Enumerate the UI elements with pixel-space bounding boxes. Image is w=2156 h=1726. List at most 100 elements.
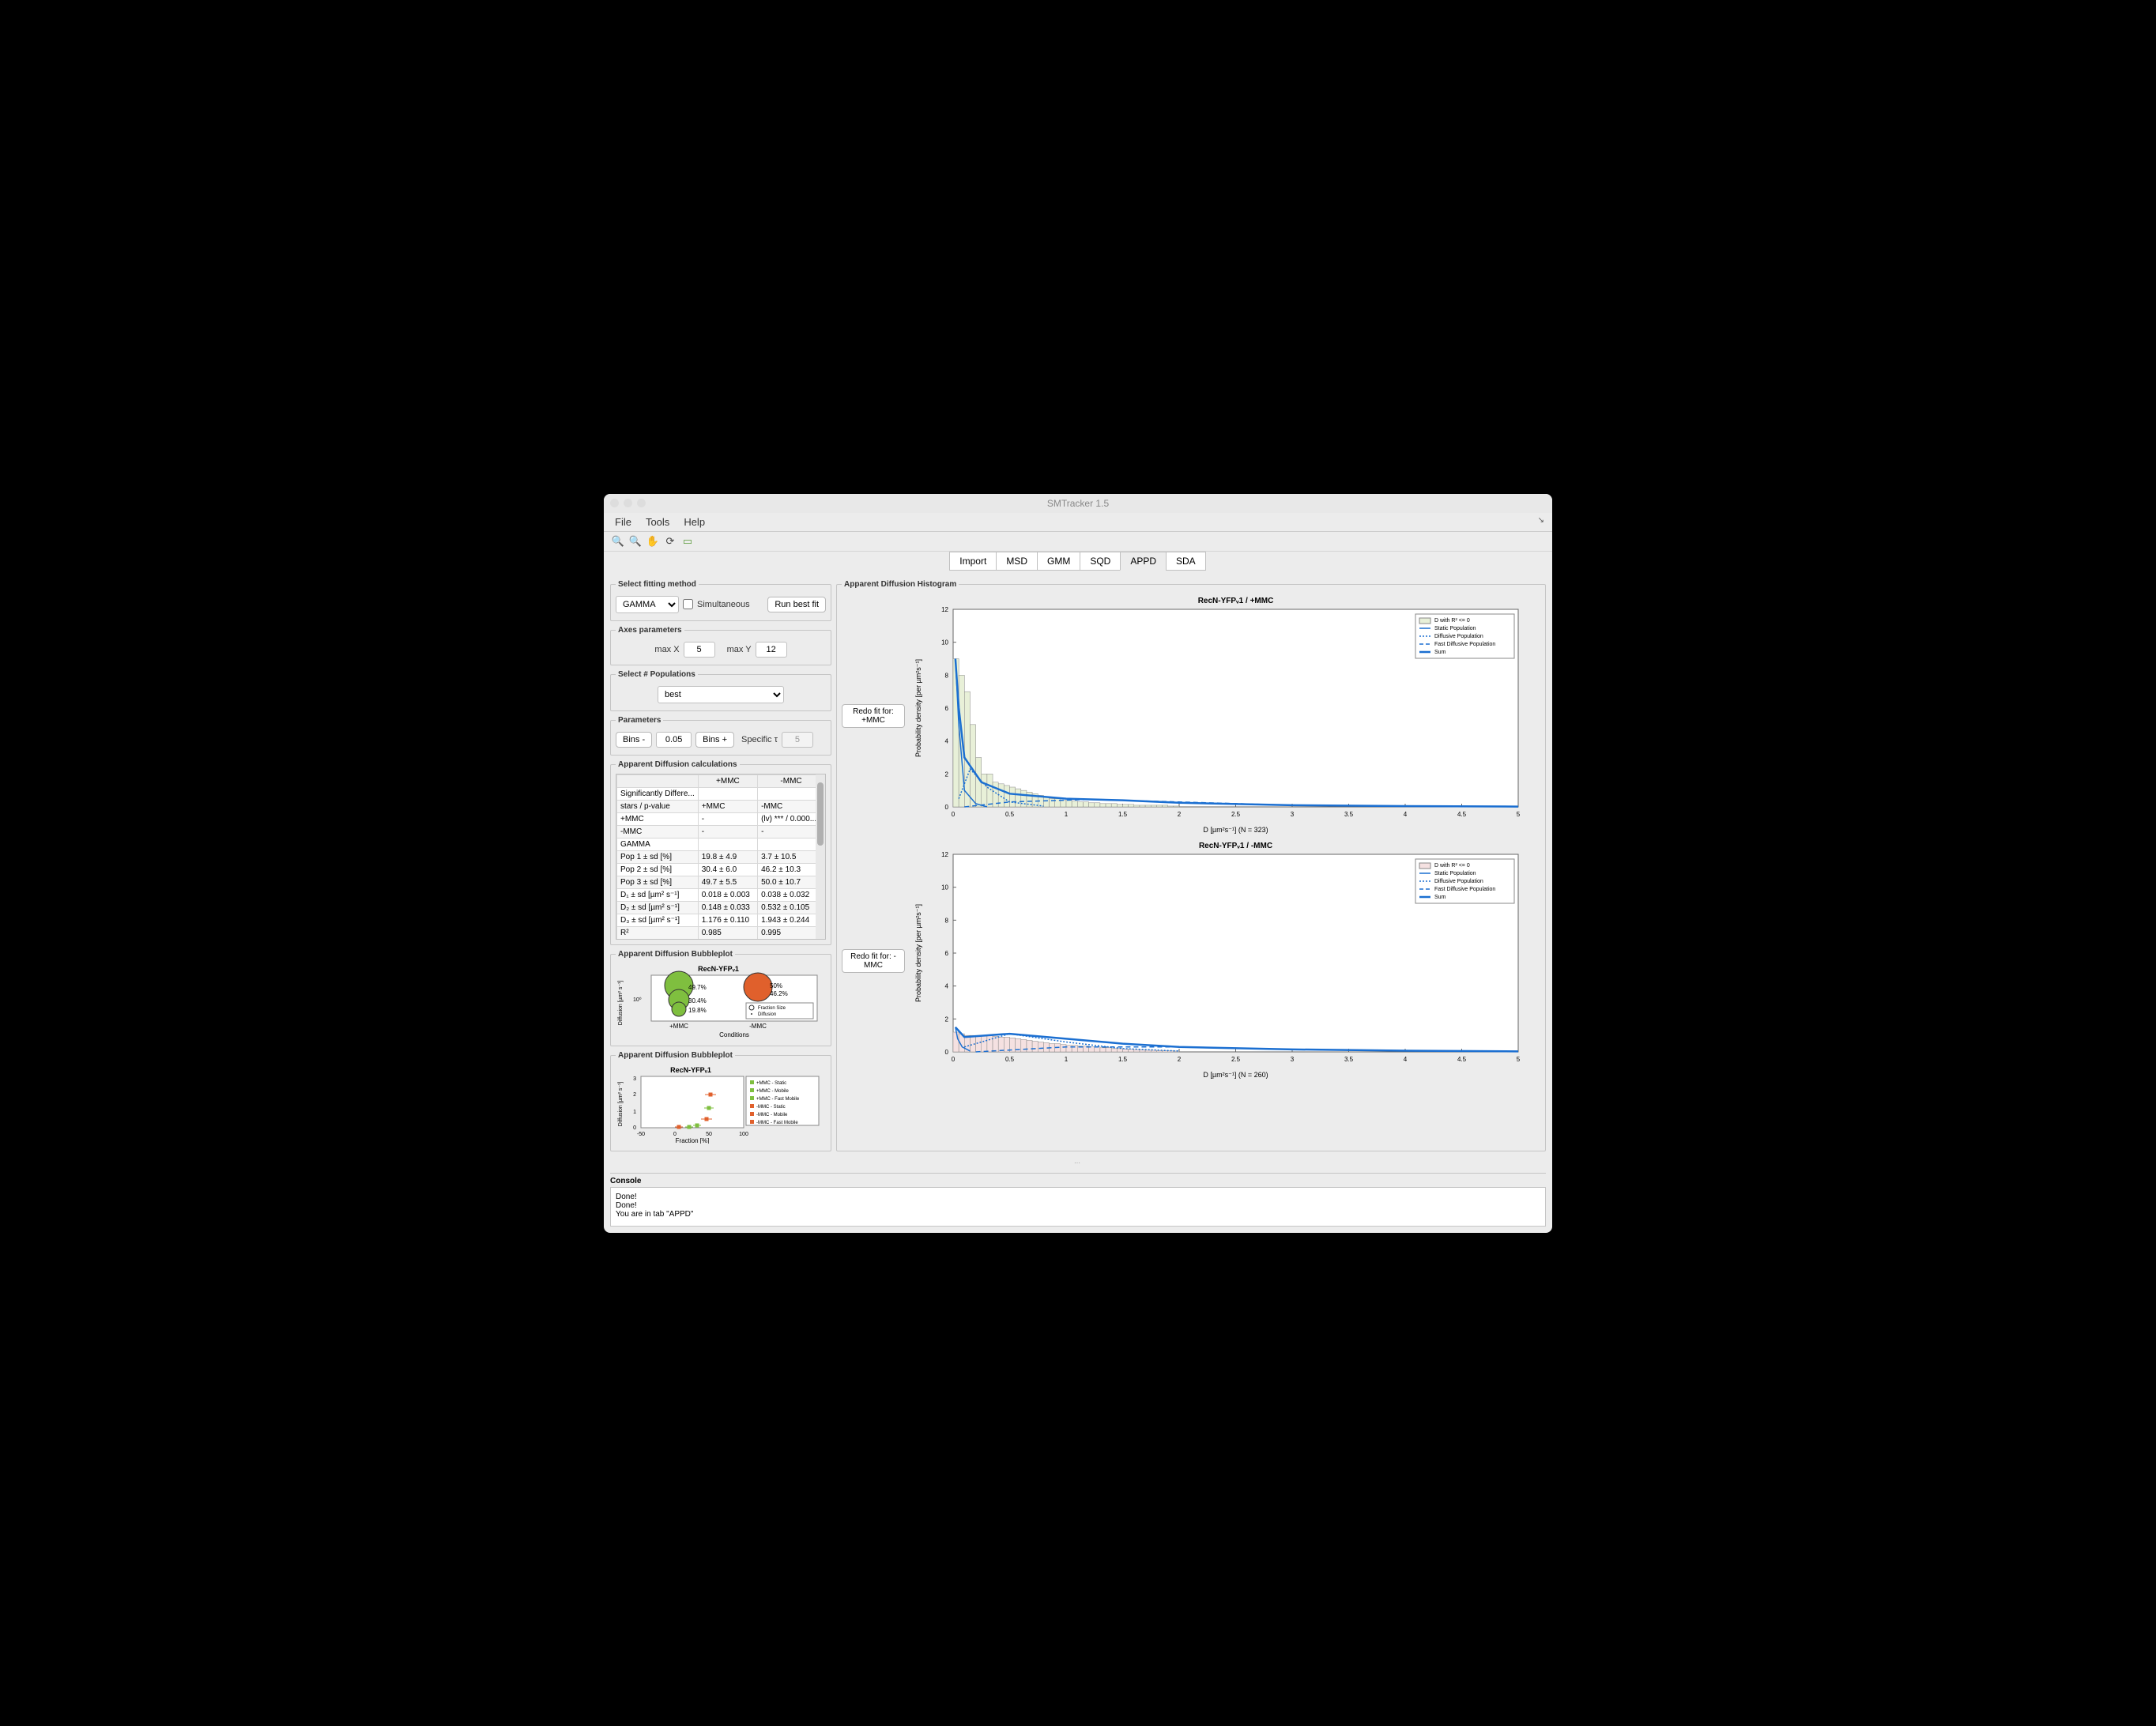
simultaneous-checkbox[interactable] — [683, 599, 693, 609]
svg-text:50%: 50% — [770, 982, 782, 989]
data-cursor-icon[interactable]: ▭ — [681, 535, 694, 548]
menu-file[interactable]: File — [615, 516, 631, 528]
calc-table-wrap[interactable]: +MMC -MMC Significantly Differe...stars … — [616, 774, 826, 940]
table-row[interactable]: Pop 3 ± sd [%]49.7 ± 5.550.0 ± 10.7 — [617, 876, 825, 888]
svg-text:-MMC - Mobile: -MMC - Mobile — [756, 1113, 788, 1117]
redo-fit-minus-mmc-button[interactable]: Redo fit for: -MMC — [842, 949, 905, 973]
populations-select[interactable]: best — [658, 686, 784, 703]
svg-text:1.5: 1.5 — [1118, 811, 1128, 818]
svg-text:RecN-YFPᵥ1 / +MMC: RecN-YFPᵥ1 / +MMC — [1198, 597, 1274, 605]
tab-sqd[interactable]: SQD — [1080, 552, 1121, 571]
menu-overflow-icon[interactable]: ↘ — [1538, 516, 1544, 525]
table-row[interactable]: GAMMA — [617, 838, 825, 850]
svg-text:5: 5 — [1517, 1056, 1521, 1063]
svg-text:12: 12 — [941, 606, 948, 613]
tab-import[interactable]: Import — [949, 552, 997, 571]
console-output: Done!Done!You are in tab "APPD" — [610, 1187, 1546, 1227]
svg-text:3: 3 — [1291, 811, 1295, 818]
run-best-fit-button[interactable]: Run best fit — [767, 597, 826, 612]
svg-text:1: 1 — [1065, 1056, 1069, 1063]
bins-minus-button[interactable]: Bins - — [616, 732, 652, 748]
bubble2-legend: Apparent Diffusion Bubbleplot — [616, 1051, 735, 1060]
resize-handle-icon[interactable]: ⋯ — [604, 1159, 1552, 1166]
histogram-chart-2: RecN-YFPᵥ1 / -MMC02468101200.511.522.533… — [910, 839, 1526, 1083]
window-title: SMTracker 1.5 — [1047, 498, 1109, 509]
table-row[interactable]: +MMC-(lv) *** / 0.000... — [617, 812, 825, 825]
tab-msd[interactable]: MSD — [996, 552, 1038, 571]
svg-text:8: 8 — [945, 672, 949, 679]
toolbar: 🔍 🔍 ✋ ⟳ ▭ — [604, 532, 1552, 552]
svg-text:+MMC - Fast Mobile: +MMC - Fast Mobile — [756, 1097, 800, 1102]
tab-gmm[interactable]: GMM — [1037, 552, 1080, 571]
table-row[interactable]: Best ModelTriple FitTriple Fit — [617, 939, 825, 940]
calc-h2: -MMC — [758, 774, 825, 787]
simultaneous-label: Simultaneous — [697, 600, 750, 609]
tab-bar: Import MSD GMM SQD APPD SDA — [604, 552, 1552, 571]
calc-h0 — [617, 774, 699, 787]
table-row[interactable]: D₁ ± sd [µm² s⁻¹]0.018 ± 0.0030.038 ± 0.… — [617, 888, 825, 901]
scrollbar[interactable] — [816, 774, 825, 939]
svg-text:3.5: 3.5 — [1344, 1056, 1354, 1063]
svg-text:D with R² <= 0: D with R² <= 0 — [1434, 618, 1470, 624]
svg-text:+MMC: +MMC — [669, 1023, 688, 1030]
menu-tools[interactable]: Tools — [646, 516, 669, 528]
svg-text:49.7%: 49.7% — [688, 984, 707, 991]
bins-plus-button[interactable]: Bins + — [695, 732, 734, 748]
fitting-method-select[interactable]: GAMMA — [616, 596, 679, 613]
svg-text:2: 2 — [1178, 811, 1182, 818]
zoom-out-icon[interactable]: 🔍 — [629, 535, 642, 548]
maxy-label: max Y — [727, 645, 752, 654]
table-row[interactable]: R²0.9850.995 — [617, 926, 825, 939]
table-row[interactable]: D₃ ± sd [µm² s⁻¹]1.176 ± 0.1101.943 ± 0.… — [617, 914, 825, 926]
maxx-label: max X — [654, 645, 679, 654]
zoom-in-icon[interactable]: 🔍 — [612, 535, 624, 548]
svg-text:Probability density [per µm²s⁻: Probability density [per µm²s⁻¹] — [914, 659, 922, 757]
titlebar: SMTracker 1.5 — [604, 494, 1552, 513]
table-row[interactable]: D₂ ± sd [µm² s⁻¹]0.148 ± 0.0330.532 ± 0.… — [617, 901, 825, 914]
svg-text:RecN-YFPᵥ1: RecN-YFPᵥ1 — [670, 1066, 711, 1074]
table-row[interactable]: Pop 1 ± sd [%]19.8 ± 4.93.7 ± 10.5 — [617, 850, 825, 863]
svg-text:3: 3 — [1291, 1056, 1295, 1063]
maxx-input[interactable] — [684, 642, 715, 658]
table-row[interactable]: stars / p-value+MMC-MMC — [617, 800, 825, 812]
tab-appd[interactable]: APPD — [1120, 552, 1167, 571]
table-row[interactable]: Significantly Differe... — [617, 787, 825, 800]
svg-text:Diffusion [µm² s⁻¹]: Diffusion [µm² s⁻¹] — [618, 1081, 624, 1126]
svg-text:4: 4 — [1404, 1056, 1408, 1063]
svg-text:0.5: 0.5 — [1005, 1056, 1015, 1063]
minimize-icon[interactable] — [624, 499, 632, 507]
svg-text:3.5: 3.5 — [1344, 811, 1354, 818]
svg-text:0: 0 — [952, 811, 956, 818]
console-panel: Console Done!Done!You are in tab "APPD" — [610, 1173, 1546, 1227]
calc-h1: +MMC — [698, 774, 757, 787]
svg-text:Static Population: Static Population — [1434, 871, 1476, 876]
bubble1-title: RecN-YFPᵥ1 — [698, 965, 739, 973]
svg-text:RecN-YFPᵥ1 / -MMC: RecN-YFPᵥ1 / -MMC — [1199, 842, 1272, 850]
bins-value-input[interactable] — [656, 732, 692, 748]
tau-label: Specific τ — [741, 735, 778, 744]
svg-text:+MMC - Mobile: +MMC - Mobile — [756, 1089, 790, 1094]
close-icon[interactable] — [610, 499, 619, 507]
calc-legend: Apparent Diffusion calculations — [616, 760, 740, 769]
svg-text:8: 8 — [945, 917, 949, 924]
table-row[interactable]: Pop 2 ± sd [%]30.4 ± 6.046.2 ± 10.3 — [617, 863, 825, 876]
rotate-icon[interactable]: ⟳ — [664, 535, 677, 548]
svg-text:Static Population: Static Population — [1434, 626, 1476, 631]
pan-icon[interactable]: ✋ — [646, 535, 659, 548]
svg-text:4.5: 4.5 — [1457, 811, 1467, 818]
svg-text:Diffusion: Diffusion — [758, 1012, 776, 1017]
svg-text:100: 100 — [739, 1132, 748, 1137]
table-row[interactable]: -MMC-- — [617, 825, 825, 838]
tab-sda[interactable]: SDA — [1166, 552, 1206, 571]
tau-input[interactable] — [782, 732, 813, 748]
maxy-input[interactable] — [756, 642, 787, 658]
redo-fit-mmc-button[interactable]: Redo fit for: +MMC — [842, 704, 905, 728]
maximize-icon[interactable] — [637, 499, 646, 507]
svg-text:D [µm²s⁻¹] (N = 323): D [µm²s⁻¹] (N = 323) — [1203, 826, 1268, 834]
svg-text:2: 2 — [1178, 1056, 1182, 1063]
svg-text:19.8%: 19.8% — [688, 1007, 707, 1014]
svg-text:0.5: 0.5 — [1005, 811, 1015, 818]
axes-panel: Axes parameters max X max Y — [610, 626, 831, 665]
menu-help[interactable]: Help — [684, 516, 705, 528]
svg-text:0: 0 — [945, 804, 949, 811]
